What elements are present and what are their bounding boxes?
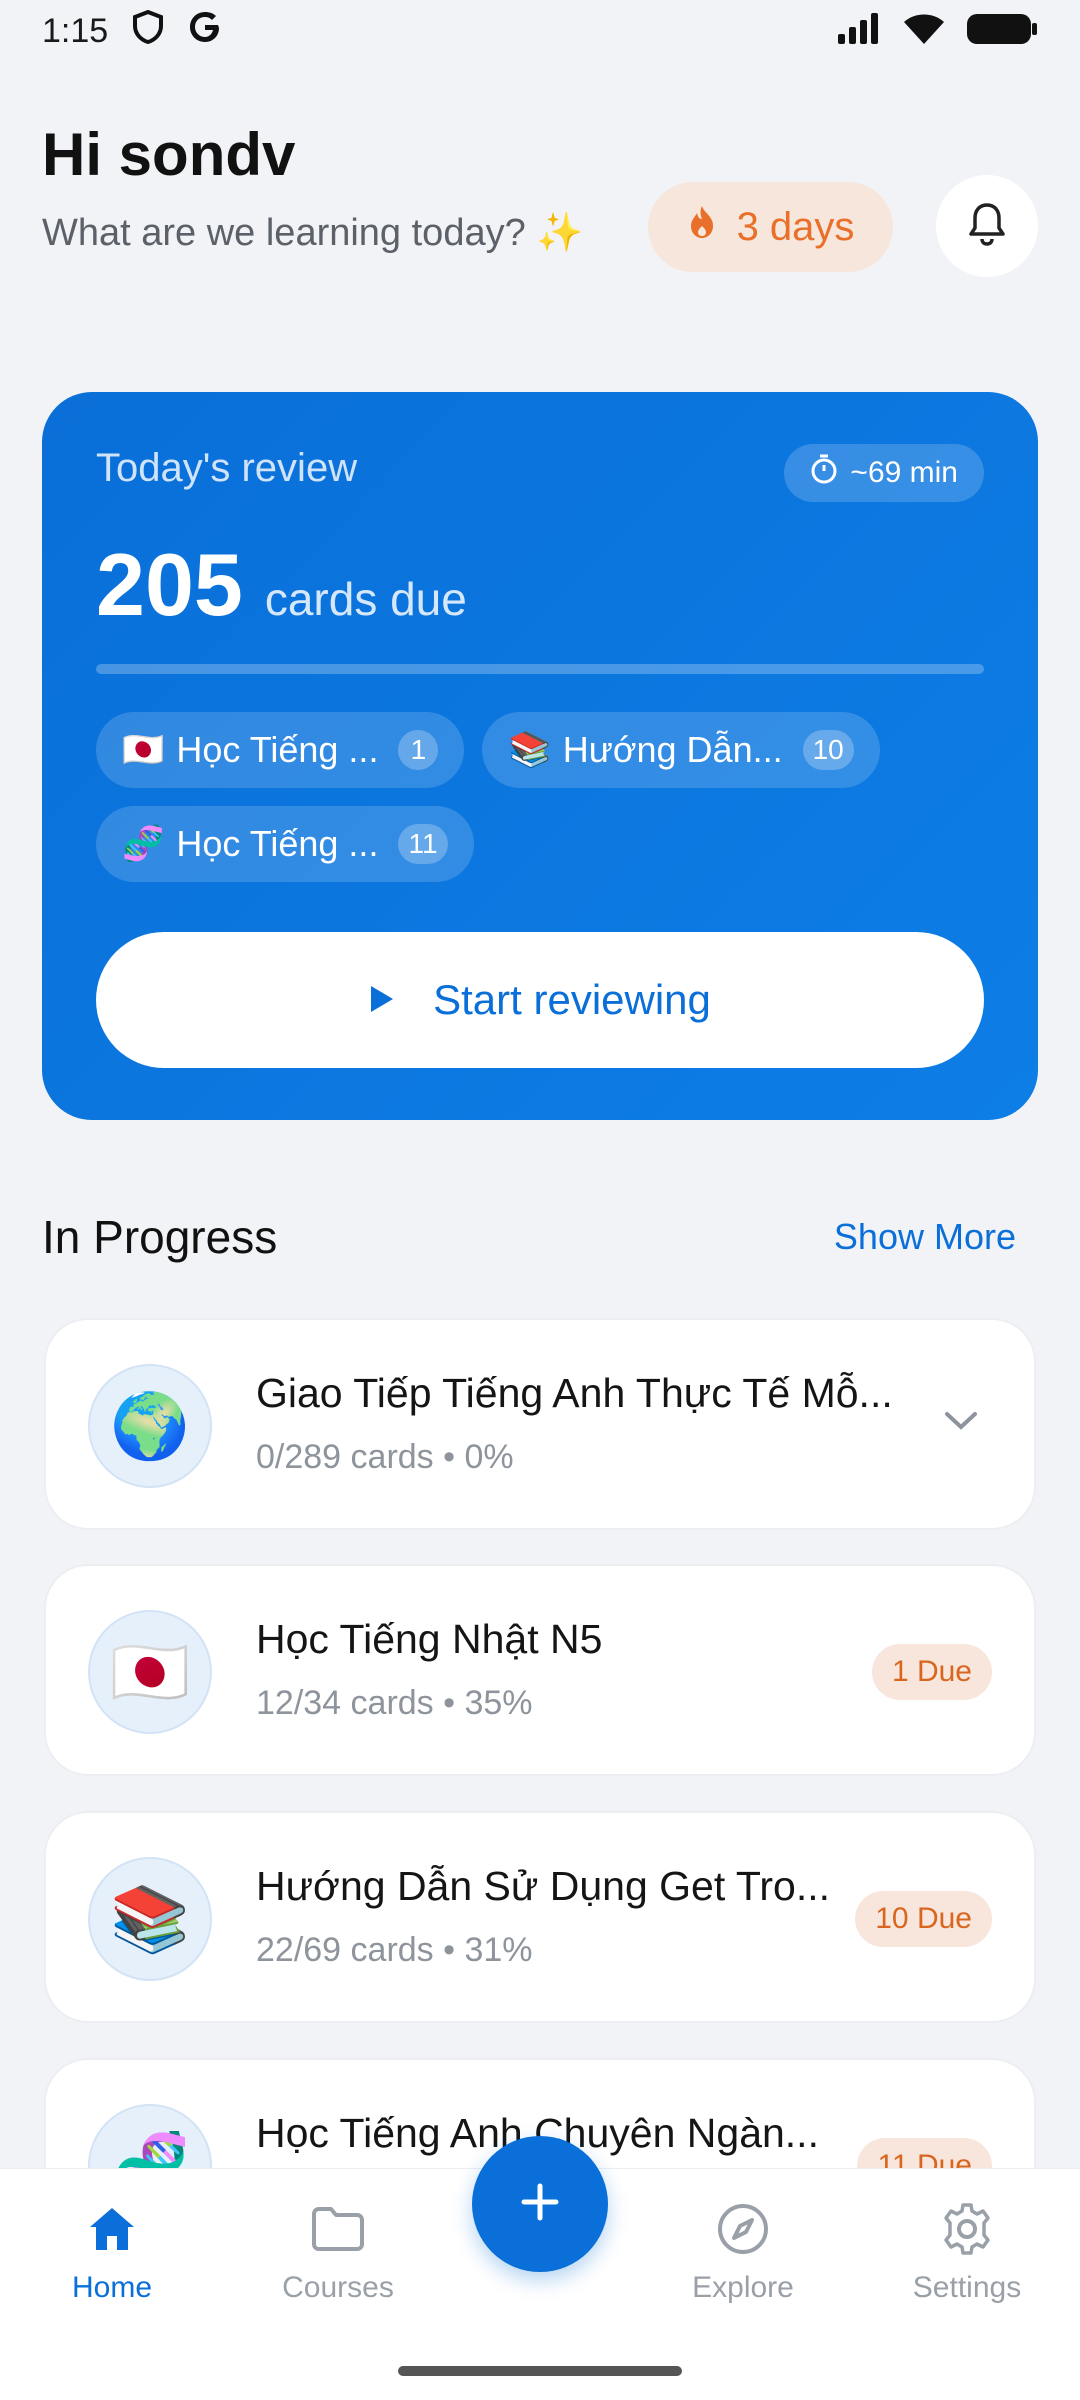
nav-label: Home xyxy=(71,2271,153,2304)
plus-icon xyxy=(518,2180,562,2229)
play-icon xyxy=(369,976,395,1024)
folder-icon xyxy=(253,2199,423,2259)
battery-icon xyxy=(966,12,1038,51)
chip-count: 1 xyxy=(398,730,439,770)
chip-label: Hướng Dẫn... xyxy=(562,729,783,770)
add-button[interactable] xyxy=(472,2136,608,2272)
course-title: Hướng Dẫn Sử Dụng Get Tro... xyxy=(256,1863,831,1909)
chip-label: Học Tiếng ... xyxy=(176,729,379,770)
course-meta: 0/289 cards • 0% xyxy=(256,1438,514,1476)
course-title: Học Tiếng Nhật N5 xyxy=(256,1616,603,1662)
course-chip[interactable]: 📚 Hướng Dẫn... 10 xyxy=(482,712,880,788)
wifi-icon xyxy=(902,12,946,51)
chip-count: 11 xyxy=(398,824,448,864)
todays-review-card: Today's review ~69 min 205 cards due 🇯🇵 … xyxy=(42,392,1038,1120)
greeting-subtitle: What are we learning today? ✨ xyxy=(42,212,584,254)
course-chips: 🇯🇵 Học Tiếng ... 1 📚 Hướng Dẫn... 10 🧬 H… xyxy=(96,712,984,882)
course-meta: 12/34 cards • 35% xyxy=(256,1684,533,1722)
course-title: Giao Tiếp Tiếng Anh Thực Tế Mỗ... xyxy=(256,1370,893,1416)
cards-due-count: 205 cards due xyxy=(96,534,467,636)
due-badge: 10 Due xyxy=(855,1891,992,1947)
nav-courses[interactable]: Courses xyxy=(253,2199,423,2305)
home-indicator[interactable] xyxy=(398,2366,682,2376)
notifications-button[interactable] xyxy=(936,175,1038,277)
cards-due-number: 205 xyxy=(96,535,243,634)
due-badge: 1 Due xyxy=(871,1644,992,1700)
start-reviewing-button[interactable]: Start reviewing xyxy=(96,932,984,1068)
greeting-title: Hi sondv xyxy=(42,121,296,188)
course-card[interactable]: 🌍 Giao Tiếp Tiếng Anh Thực Tế Mỗ... 0/28… xyxy=(44,1318,1036,1530)
flame-icon xyxy=(687,204,717,250)
time-estimate-label: ~69 min xyxy=(850,456,958,489)
chip-label: Học Tiếng ... xyxy=(176,823,379,864)
review-title: Today's review xyxy=(96,446,358,490)
course-chip[interactable]: 🇯🇵 Học Tiếng ... 1 xyxy=(96,712,465,788)
compass-icon xyxy=(658,2199,828,2259)
nav-label: Settings xyxy=(912,2271,1022,2304)
shield-icon xyxy=(132,9,164,53)
status-bar: 1:15 xyxy=(0,0,1080,62)
course-meta: 22/69 cards • 31% xyxy=(256,1931,533,1969)
dna-icon: 🧬 xyxy=(122,825,165,863)
course-chip[interactable]: 🧬 Học Tiếng ... 11 xyxy=(96,806,474,882)
signal-icon xyxy=(836,12,882,51)
start-reviewing-label: Start reviewing xyxy=(433,976,711,1023)
course-card[interactable]: 📚 Hướng Dẫn Sử Dụng Get Tro... 22/69 car… xyxy=(44,1811,1036,2023)
header: Hi sondv What are we learning today? ✨ 3… xyxy=(42,120,1038,330)
chip-count: 10 xyxy=(802,730,854,770)
japan-flag-icon: 🇯🇵 xyxy=(88,1610,212,1734)
time-estimate-badge: ~69 min xyxy=(784,444,984,502)
nav-label: Courses xyxy=(282,2271,394,2304)
cards-due-label: cards due xyxy=(264,573,467,625)
course-card[interactable]: 🇯🇵 Học Tiếng Nhật N5 12/34 cards • 35% 1… xyxy=(44,1564,1036,1776)
chevron-down-icon[interactable] xyxy=(944,1410,978,1437)
review-progress-bar xyxy=(96,664,984,674)
books-icon: 📚 xyxy=(508,731,551,769)
status-time: 1:15 xyxy=(42,11,109,50)
japan-flag-icon: 🇯🇵 xyxy=(122,731,165,769)
nav-home[interactable]: Home xyxy=(27,2199,197,2305)
globe-icon: 🌍 xyxy=(88,1364,212,1488)
google-icon xyxy=(188,10,222,53)
streak-label: 3 days xyxy=(736,204,855,249)
nav-settings[interactable]: Settings xyxy=(882,2199,1052,2305)
home-icon xyxy=(27,2199,197,2259)
nav-explore[interactable]: Explore xyxy=(658,2199,828,2305)
in-progress-header: In Progress Show More xyxy=(42,1210,1038,1264)
section-title: In Progress xyxy=(42,1211,278,1263)
streak-badge[interactable]: 3 days xyxy=(648,182,893,272)
gear-icon xyxy=(882,2199,1052,2259)
books-icon: 📚 xyxy=(88,1857,212,1981)
show-more-link[interactable]: Show More xyxy=(834,1216,1016,1258)
timer-icon xyxy=(810,454,838,492)
nav-label: Explore xyxy=(692,2271,794,2304)
bell-icon xyxy=(967,201,1007,252)
